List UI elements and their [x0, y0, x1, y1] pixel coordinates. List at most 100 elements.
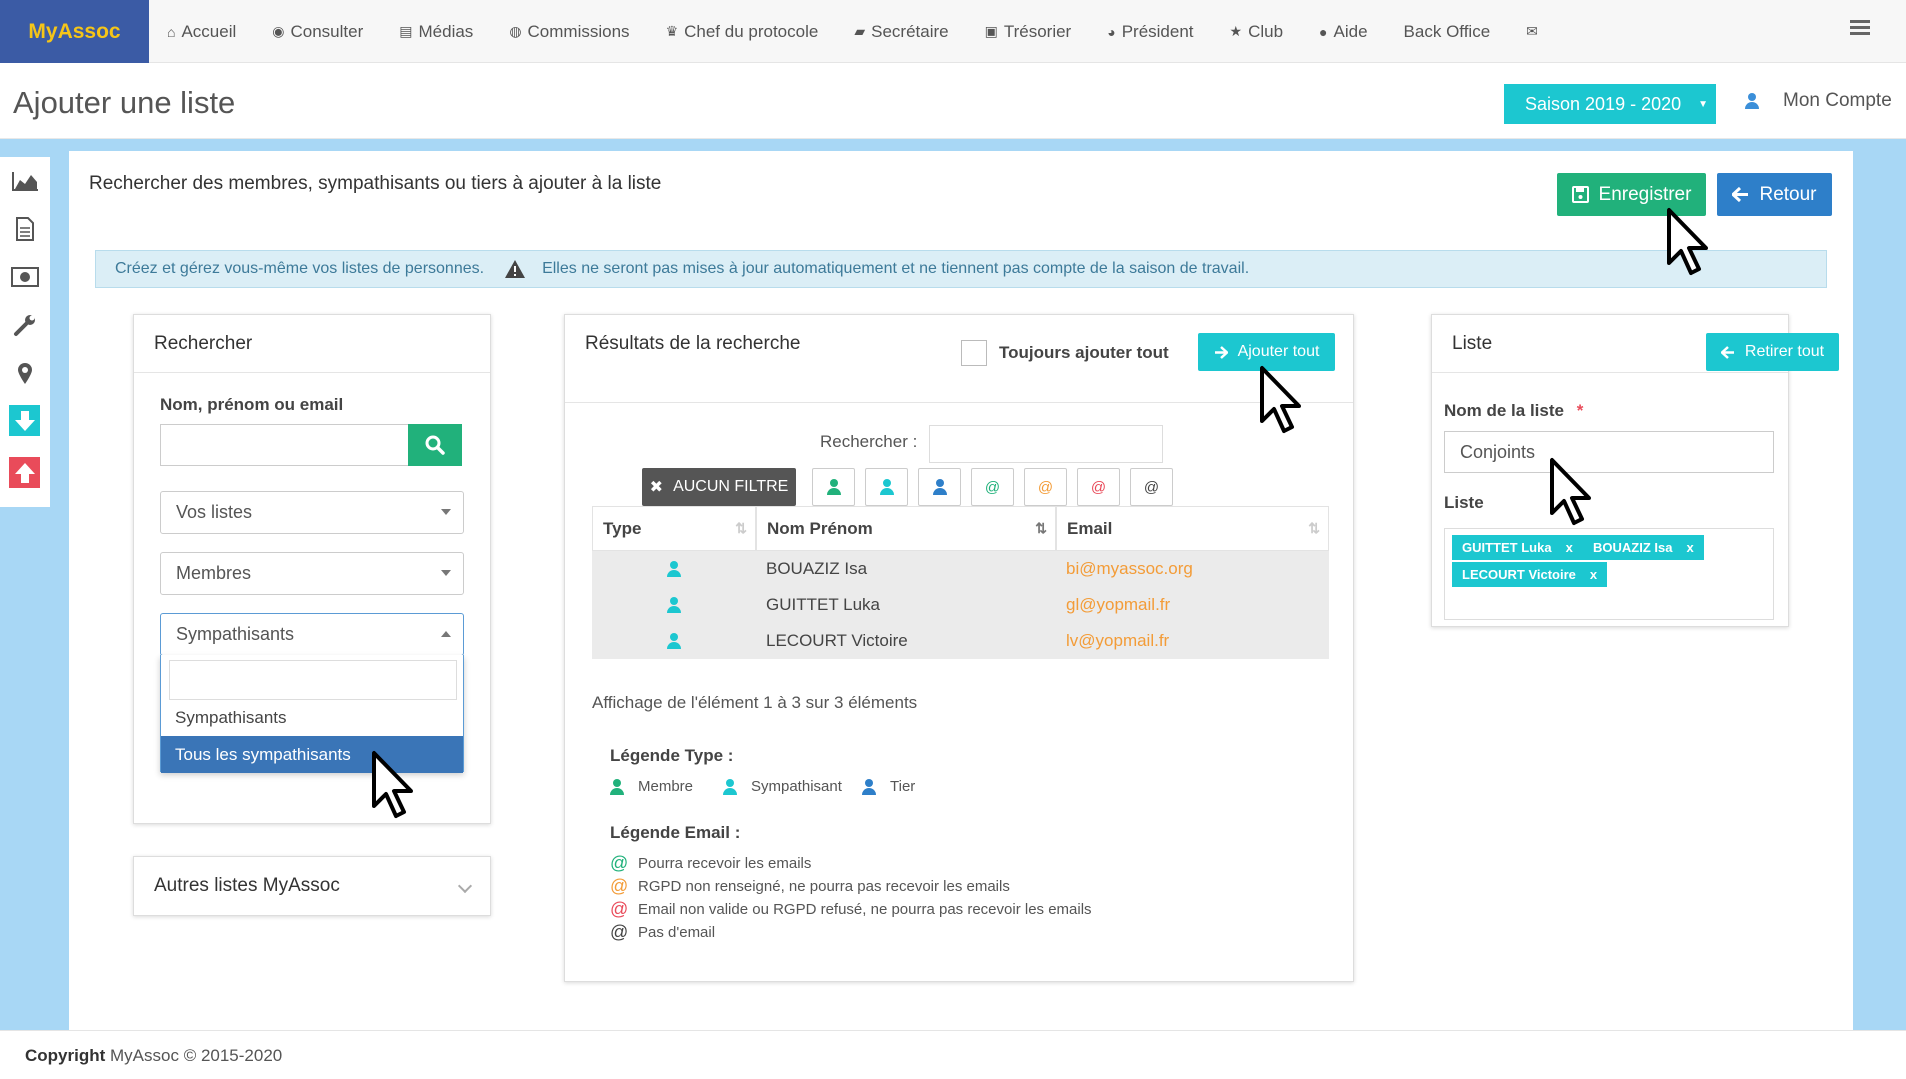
- top-navbar: MyAssoc ⌂ Accueil ◉ Consulter ▤ Médias ◍ Commis…: [0, 0, 1906, 63]
- column-header-name[interactable]: Nom Prénom ⇅: [756, 506, 1056, 551]
- name-field-label: Nom, prénom ou email: [160, 395, 344, 414]
- filter-email-rgpd-missing-button[interactable]: @: [1024, 468, 1067, 506]
- no-filter-button[interactable]: ✖ AUCUN FILTRE: [642, 468, 796, 506]
- members-value: Membres: [176, 563, 252, 583]
- nav-item[interactable]: ◉ Consulter: [254, 0, 381, 63]
- info-text-2: Elles ne seront pas mises à jour automat…: [542, 260, 1250, 277]
- column-header-email[interactable]: Email ⇅: [1056, 506, 1329, 551]
- nav-item[interactable]: ✉: [1508, 0, 1562, 63]
- chart-area-icon[interactable]: [9, 165, 40, 196]
- legend-email-title: Légende Email :: [610, 823, 741, 842]
- nav-item[interactable]: Back Office: [1386, 0, 1509, 63]
- upload-icon[interactable]: [9, 457, 40, 488]
- nav-item[interactable]: ♛ Chef du protocole: [648, 0, 837, 63]
- dropdown-search-input[interactable]: [169, 660, 457, 700]
- page-title: Ajouter une liste: [13, 85, 236, 120]
- home-icon: ⌂: [167, 23, 176, 40]
- list-name-input[interactable]: Conjoints: [1444, 431, 1774, 473]
- your-lists-select[interactable]: Vos listes: [160, 491, 464, 534]
- always-add-checkbox[interactable]: [961, 340, 987, 366]
- nav-item-label: Secrétaire: [871, 21, 949, 41]
- remove-tag-icon[interactable]: x: [1566, 540, 1573, 555]
- email-link[interactable]: lv@yopmail.fr: [1056, 623, 1329, 659]
- nav-item[interactable]: ◕ Président: [1089, 0, 1211, 63]
- sympathisants-select[interactable]: Sympathisants: [160, 613, 464, 656]
- sort-icon: ⇅: [1308, 520, 1320, 536]
- globe-icon: ◕: [1107, 23, 1116, 40]
- list-members-box[interactable]: GUITTET Luka x BOUAZIZ Isa x LECOURT Victo…: [1444, 528, 1774, 620]
- remove-tag-icon[interactable]: x: [1686, 540, 1693, 555]
- sympathisant-icon: [879, 479, 894, 495]
- sympathisant-icon: [667, 633, 681, 649]
- filter-sympathisant-button[interactable]: [865, 468, 908, 506]
- money-icon: ▣: [984, 23, 998, 39]
- filter-email-invalid-button[interactable]: @: [1077, 468, 1120, 506]
- column-header-label: Type: [603, 518, 642, 538]
- name-search-input[interactable]: [160, 424, 410, 466]
- at-icon: @: [610, 899, 629, 919]
- back-button[interactable]: Retour: [1717, 173, 1832, 216]
- nav-item[interactable]: ⌂ Accueil: [149, 0, 254, 63]
- brand-logo[interactable]: MyAssoc: [0, 0, 149, 63]
- wrench-icon[interactable]: [9, 309, 40, 340]
- results-panel: Résultats de la recherche Toujours ajout…: [564, 314, 1354, 982]
- info-icon: ●: [1319, 23, 1328, 40]
- cursor-pointer-icon: [1550, 458, 1591, 525]
- download-icon[interactable]: [9, 405, 40, 436]
- nav-item-label: Aide: [1333, 21, 1368, 41]
- filter-tier-button[interactable]: [918, 468, 961, 506]
- list-tag[interactable]: LECOURT Victoire x: [1452, 562, 1608, 587]
- column-header-type[interactable]: Type ⇅: [592, 506, 756, 551]
- filter-no-email-button[interactable]: @: [1130, 468, 1173, 506]
- nav-item[interactable]: ★ Club: [1212, 0, 1302, 63]
- remove-all-button[interactable]: Retirer tout: [1706, 333, 1839, 371]
- results-search-input[interactable]: [929, 425, 1163, 463]
- file-icon: ▤: [399, 23, 413, 39]
- tag-label: BOUAZIZ Isa: [1593, 540, 1673, 555]
- table-row[interactable]: BOUAZIZ Isa bi@myassoc.org: [592, 551, 1329, 587]
- search-panel: Rechercher Nom, prénom ou email Vos list…: [133, 314, 491, 824]
- dropdown-option[interactable]: Sympathisants: [161, 699, 463, 736]
- members-select[interactable]: Membres: [160, 552, 464, 595]
- sympathisant-icon: [723, 778, 737, 795]
- email-link[interactable]: bi@myassoc.org: [1056, 551, 1329, 587]
- document-icon[interactable]: [9, 213, 40, 244]
- filter-email-valid-button[interactable]: @: [971, 468, 1014, 506]
- nav-item[interactable]: ◍ Commissions: [491, 0, 647, 63]
- remove-tag-icon[interactable]: x: [1590, 567, 1597, 582]
- info-alert: Créez et gérez vous-même vos listes de p…: [95, 250, 1827, 288]
- hamburger-menu-icon[interactable]: [1850, 20, 1870, 38]
- dropdown-option-highlighted[interactable]: Tous les sympathisants: [161, 736, 463, 773]
- legend-label: Email non valide ou RGPD refusé, ne pour…: [638, 901, 1092, 918]
- caret-down-icon: ▼: [1698, 99, 1708, 110]
- name-cell: GUITTET Luka: [766, 595, 880, 614]
- at-icon: @: [1143, 478, 1160, 496]
- other-lists-panel[interactable]: Autres listes MyAssoc: [133, 856, 491, 916]
- search-button[interactable]: [408, 424, 462, 466]
- email-link[interactable]: gl@yopmail.fr: [1056, 587, 1329, 623]
- nav-item[interactable]: ▤ Médias: [381, 0, 491, 63]
- money-icon[interactable]: [9, 261, 40, 292]
- arrow-left-icon: [1732, 187, 1749, 202]
- list-tag[interactable]: BOUAZIZ Isa x: [1583, 535, 1704, 560]
- nav-item-label: Commissions: [527, 21, 630, 41]
- legend-email-item: @ Pas d'email: [610, 922, 715, 943]
- list-name-label: Nom de la liste *: [1444, 401, 1583, 421]
- nav-item-label: Consulter: [290, 21, 364, 41]
- close-icon: ✖: [649, 479, 664, 496]
- account-menu[interactable]: Mon Compte: [1745, 90, 1892, 112]
- legend-email-item: @ Pourra recevoir les emails: [610, 853, 811, 874]
- filter-member-button[interactable]: [812, 468, 855, 506]
- table-row[interactable]: LECOURT Victoire lv@yopmail.fr: [592, 623, 1329, 659]
- list-tag[interactable]: GUITTET Luka x: [1452, 535, 1583, 560]
- nav-item[interactable]: ▰ Secrétaire: [836, 0, 966, 63]
- map-marker-icon[interactable]: [9, 357, 40, 388]
- sympathisant-icon: [667, 597, 681, 613]
- nav-item-label: Chef du protocole: [684, 21, 819, 41]
- list-panel: Liste Retirer tout Nom de la liste * Con…: [1431, 314, 1839, 627]
- season-selector[interactable]: Saison 2019 - 2020 ▼: [1504, 84, 1716, 124]
- nav-item[interactable]: ▣ Trésorier: [967, 0, 1090, 63]
- table-row[interactable]: GUITTET Luka gl@yopmail.fr: [592, 587, 1329, 623]
- nav-item[interactable]: ● Aide: [1301, 0, 1386, 63]
- list-name-label-text: Nom de la liste: [1444, 401, 1564, 420]
